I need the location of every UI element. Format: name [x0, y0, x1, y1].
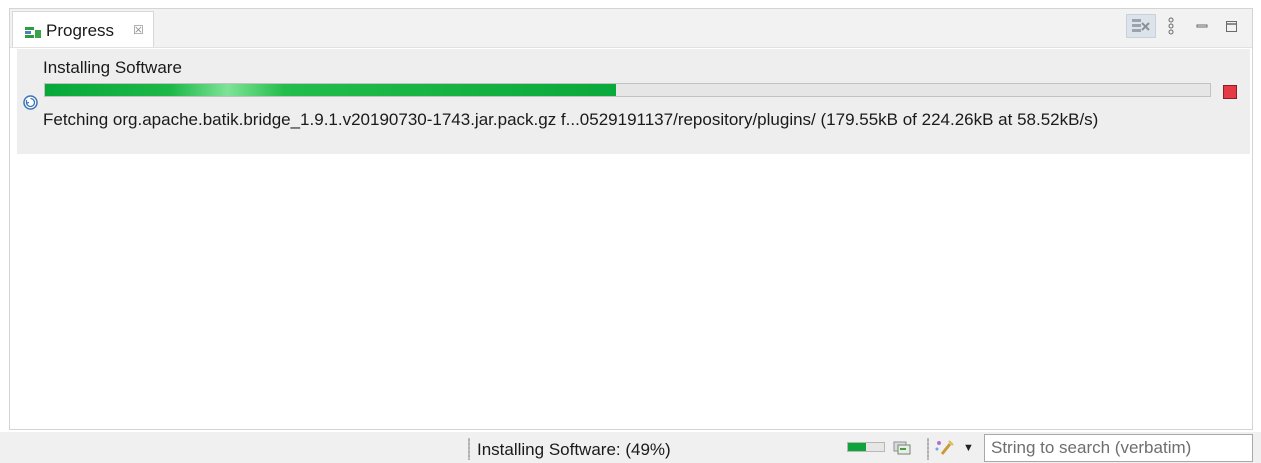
job-detail: Fetching org.apache.batik.bridge_1.9.1.v…	[43, 110, 1099, 129]
tab-progress[interactable]: Progress ☒	[12, 11, 154, 47]
close-icon[interactable]: ☒	[133, 24, 144, 36]
search-tool-icon[interactable]	[933, 438, 955, 458]
progress-view: Progress ☒ Installing Software Fetching …	[9, 8, 1253, 430]
status-separator	[927, 438, 929, 460]
job-running-icon	[22, 94, 39, 111]
progress-view-icon	[25, 26, 41, 39]
view-menu-icon	[1168, 17, 1174, 35]
job-progress-bar	[44, 83, 1211, 97]
status-progress-bar[interactable]	[847, 442, 885, 452]
status-progress-fill	[848, 443, 866, 451]
remove-all-finished-icon	[1132, 19, 1150, 32]
status-progress-text[interactable]: Installing Software: (49%)	[477, 440, 671, 460]
remove-all-finished-button[interactable]	[1126, 14, 1156, 38]
view-menu-button[interactable]	[1164, 14, 1178, 38]
tab-label: Progress	[46, 21, 115, 40]
stop-button[interactable]	[1223, 85, 1237, 99]
status-bar: Installing Software: (49%) ▼	[0, 432, 1261, 463]
minimize-icon	[1196, 24, 1208, 28]
console-icon[interactable]	[893, 441, 911, 455]
minimize-button[interactable]	[1194, 14, 1210, 38]
dropdown-arrow-icon[interactable]: ▼	[963, 443, 974, 454]
search-input[interactable]	[984, 434, 1253, 462]
job-title: Installing Software	[43, 58, 182, 77]
view-header: Progress ☒	[10, 9, 1252, 48]
maximize-icon	[1225, 20, 1237, 32]
status-separator	[468, 438, 470, 460]
job-progress-fill	[45, 84, 616, 96]
job-item[interactable]: Installing Software Fetching org.apache.…	[17, 49, 1250, 154]
maximize-button[interactable]	[1222, 14, 1240, 38]
